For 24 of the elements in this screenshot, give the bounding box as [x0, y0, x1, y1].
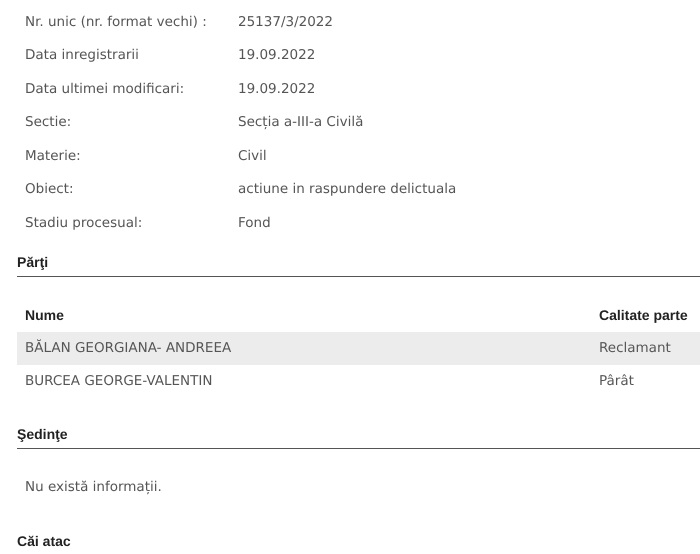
- section-heading: Şedinţe: [17, 426, 700, 448]
- empty-message: Nu există informații.: [25, 478, 163, 494]
- field-value: Secția a-III-a Civilă: [238, 114, 364, 130]
- field-value: actiune in raspundere delictuala: [238, 181, 456, 198]
- field-value: Fond: [238, 214, 271, 231]
- field-value: 19.09.2022: [238, 80, 316, 97]
- section-heading: Părţi: [17, 254, 700, 276]
- field-label: Data ultimei modificari:: [24, 80, 186, 97]
- field-label: Stadiu procesual:: [24, 214, 144, 231]
- field-label: Obiect:: [24, 181, 75, 198]
- field-label: Materie:: [24, 148, 82, 164]
- table-cell-text: BĂLAN GEORGIANA- ANDREEA: [24, 340, 232, 356]
- field-label: Nr. unic (nr. format vechi) :: [24, 14, 208, 30]
- table-cell: Reclamant: [599, 340, 671, 356]
- table-cell-text: BURCEA GEORGE-VALENTIN: [24, 373, 214, 389]
- section-heading: Căi atac: [17, 532, 72, 550]
- field-label: Data inregistrarii: [24, 47, 140, 64]
- column-header: Calitate parte: [599, 307, 688, 323]
- column-header: Nume: [24, 307, 65, 323]
- field-value: Civil: [238, 148, 267, 164]
- field-label: Sectie:: [24, 114, 72, 130]
- field-value: 25137/3/2022: [238, 14, 333, 30]
- field-value: 19.09.2022: [238, 47, 316, 64]
- table-cell: Pârât: [599, 373, 634, 389]
